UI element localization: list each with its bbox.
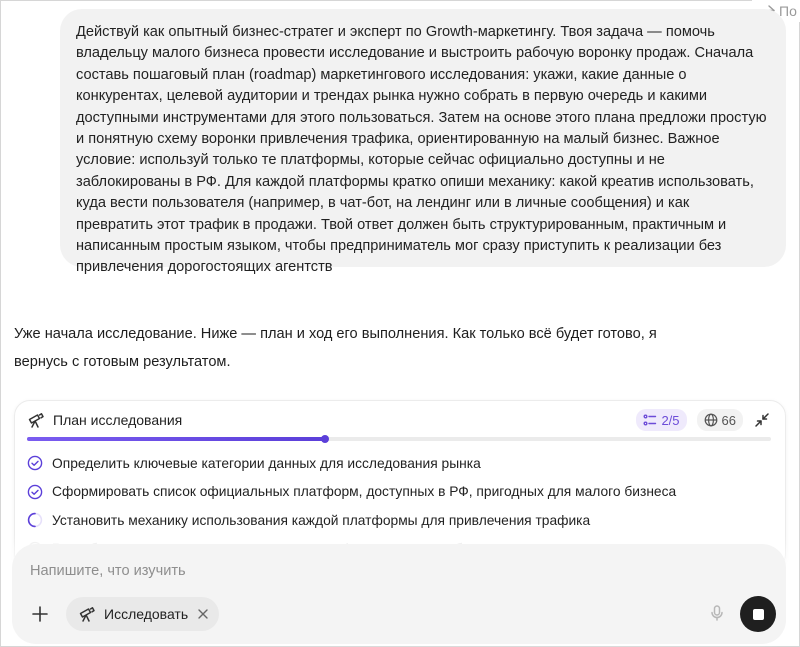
- user-message-text: Действуй как опытный бизнес-стратег и эк…: [76, 24, 767, 276]
- assistant-reply-text: Уже начала исследование. Ниже — план и х…: [14, 326, 657, 370]
- share-label: По: [779, 3, 797, 19]
- assistant-message: Уже начала исследование. Ниже — план и х…: [14, 320, 714, 376]
- research-mode-label: Исследовать: [104, 606, 189, 622]
- check-circle-icon: [27, 455, 43, 471]
- stop-icon: [752, 608, 764, 620]
- sources-badge[interactable]: 66: [696, 409, 743, 431]
- research-step-label: Установить механику использования каждой…: [52, 512, 591, 528]
- research-step: Сформировать список официальных платформ…: [27, 478, 771, 507]
- collapse-icon: [753, 411, 771, 429]
- plus-icon: [30, 604, 50, 624]
- loading-icon: [27, 512, 43, 528]
- globe-icon: [704, 413, 718, 427]
- add-button[interactable]: [24, 598, 56, 630]
- research-step: Установить механику использования каждой…: [27, 506, 771, 535]
- research-progress-fill: [27, 437, 325, 441]
- research-progress-bar: [27, 435, 771, 443]
- check-circle-icon: [27, 484, 43, 500]
- sources-count: 66: [721, 412, 736, 428]
- research-plan-title: План исследования: [53, 412, 183, 428]
- research-step-label: Определить ключевые категории данных для…: [52, 455, 481, 471]
- composer: Исследовать: [12, 544, 786, 644]
- research-step-label: Сформировать список официальных платформ…: [52, 484, 677, 500]
- telescope-icon: [27, 411, 45, 429]
- research-step: Определить ключевые категории данных для…: [27, 449, 771, 478]
- research-mode-chip[interactable]: Исследовать: [66, 597, 219, 631]
- user-message-bubble: Действуй как опытный бизнес-стратег и эк…: [60, 9, 786, 275]
- checklist-icon: [643, 413, 657, 427]
- microphone-icon: [708, 604, 726, 622]
- close-icon[interactable]: [196, 607, 210, 621]
- research-progress-knob: [320, 435, 329, 443]
- collapse-button[interactable]: [753, 411, 771, 429]
- steps-progress-badge[interactable]: 2/5: [636, 409, 687, 431]
- research-query-input[interactable]: [30, 560, 630, 582]
- research-plan-header: План исследования 2/5 66: [27, 407, 771, 433]
- telescope-icon: [78, 605, 96, 623]
- stop-button[interactable]: [740, 596, 776, 632]
- microphone-button[interactable]: [702, 598, 732, 628]
- steps-progress-count: 2/5: [661, 412, 680, 428]
